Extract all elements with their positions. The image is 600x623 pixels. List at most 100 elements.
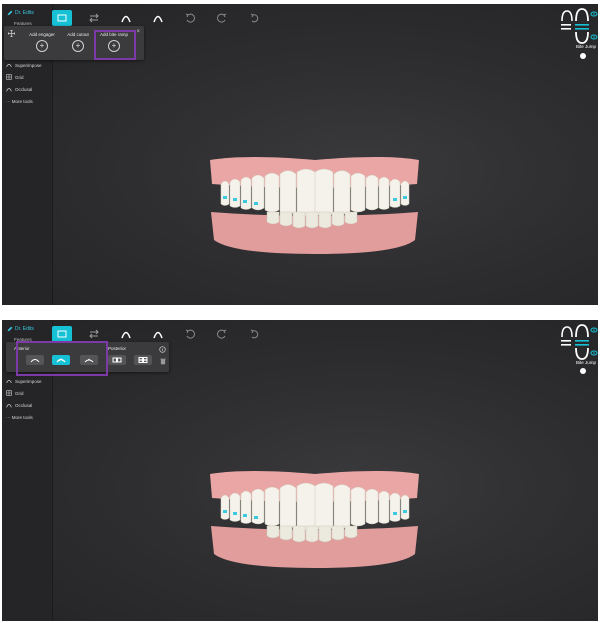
lower-jaw-icon [575,31,589,44]
undo-button[interactable] [180,326,200,342]
sidebar-item-label: Superimpose [15,378,42,384]
sidebar-item-label: Grid [15,74,24,80]
grid-icon [6,390,12,396]
molar-grid-icon [138,357,148,363]
superimpose-icon [6,64,12,67]
rectangle-view-icon [57,330,67,338]
upper-jaw-icon [561,324,589,338]
divider-line [561,28,571,30]
jaw-visibility-control[interactable] [558,7,598,67]
sidebar-title[interactable]: Dr. Edits [7,10,34,16]
divider-line [561,24,571,26]
posterior-label: Posterior [108,346,127,351]
divider-line [575,28,589,30]
sidebar-item-label: ··· More tools [6,414,33,420]
bite-jump-toggle[interactable] [580,368,586,374]
sidebar-item-label: Grid [15,390,24,396]
superimpose-icon [6,380,12,383]
upper-jaw-button[interactable] [116,10,136,26]
upper-arch-icon [121,331,131,339]
view-mode-button[interactable] [52,10,72,26]
rectangle-view-icon [57,14,67,22]
eye-icon [590,34,598,40]
dental-model[interactable] [207,154,422,258]
divider-line [561,340,571,342]
pencil-icon [7,10,13,16]
trash-icon[interactable] [160,358,166,365]
upper-jaw-button[interactable] [116,326,136,342]
view-mode-button[interactable] [52,326,72,342]
sidebar-item-superimpose[interactable]: Superimpose [6,375,42,387]
sidebar-item-label: Superimpose [15,62,42,68]
sidebar-item-occlusal[interactable]: Occlusal [6,83,42,95]
sidebar-item-more-tools[interactable]: ··· More tools [6,411,42,423]
sidebar-item-label: ··· More tools [6,98,33,104]
posterior-option-1[interactable] [108,355,126,365]
undo-icon [185,13,195,23]
sidebar-title-label: Dr. Edits [15,10,34,16]
eye-icon [590,327,598,333]
split-view-button[interactable] [84,10,104,26]
sidebar-items: Superimpose Grid Occlusal ··· More tools [6,375,42,423]
sidebar-item-label: Occlusal [15,86,33,92]
redo-icon [217,329,227,339]
sidebar-title-label: Dr. Edits [15,326,34,332]
eye-icon [590,350,598,356]
add-cutout-button[interactable]: + [72,40,84,52]
reset-icon [250,13,259,23]
upper-arch-icon [121,15,131,23]
close-panel-button[interactable]: × [136,29,140,35]
bite-jump-toggle[interactable] [580,53,586,59]
split-view-button[interactable] [84,326,104,342]
divider-line [561,344,571,346]
redo-icon [217,13,227,23]
add-engager-button[interactable]: + [36,40,48,52]
upper-jaw-icon [561,8,589,22]
posterior-option-2[interactable] [134,355,152,365]
redo-button[interactable] [212,10,232,26]
add-cutout-label: Add cutout [67,32,89,37]
lower-arch-icon [153,15,163,23]
occlusal-icon [6,88,12,92]
lower-jaw-button[interactable] [148,326,168,342]
eye-icon [590,11,598,17]
split-arrows-icon [89,329,99,339]
highlight-box [94,30,136,60]
divider-line [575,344,589,346]
info-icon[interactable] [159,346,166,353]
sidebar-item-superimpose[interactable]: Superimpose [6,59,42,71]
move-icon[interactable] [8,30,15,37]
molar-pair-icon [112,357,122,363]
dental-model[interactable] [207,468,422,572]
pencil-icon [7,326,13,332]
jaw-visibility-control[interactable] [558,323,598,383]
toolbar [52,8,276,28]
sidebar-item-grid[interactable]: Grid [6,71,42,83]
reset-button[interactable] [244,10,264,26]
reset-button[interactable] [244,326,264,342]
reset-icon [250,329,259,339]
lower-arch-icon [153,331,163,339]
screenshot-top: Dr. Edits Features Superimpose Grid Occl… [2,4,598,305]
occlusal-icon [6,404,12,408]
highlight-box [16,341,108,376]
sidebar-item-more-tools[interactable]: ··· More tools [6,95,42,107]
divider-line [575,24,589,26]
sidebar-item-occlusal[interactable]: Occlusal [6,399,42,411]
redo-button[interactable] [212,326,232,342]
bite-jump-label: Bite Jump [575,360,596,365]
sidebar-item-label: Occlusal [15,402,33,408]
screenshot-bottom: Dr. Edits Features Superimpose Grid Occl… [2,320,598,621]
sidebar-title[interactable]: Dr. Edits [7,326,34,332]
lower-jaw-icon [575,347,589,360]
add-engager-label: Add engager [29,32,55,37]
undo-icon [185,329,195,339]
undo-button[interactable] [180,10,200,26]
sidebar-item-grid[interactable]: Grid [6,387,42,399]
lower-jaw-button[interactable] [148,10,168,26]
grid-icon [6,74,12,80]
bite-jump-label: Bite Jump [575,44,596,49]
split-arrows-icon [89,13,99,23]
divider-line [575,340,589,342]
sidebar-items: Superimpose Grid Occlusal ··· More tools [6,59,42,107]
